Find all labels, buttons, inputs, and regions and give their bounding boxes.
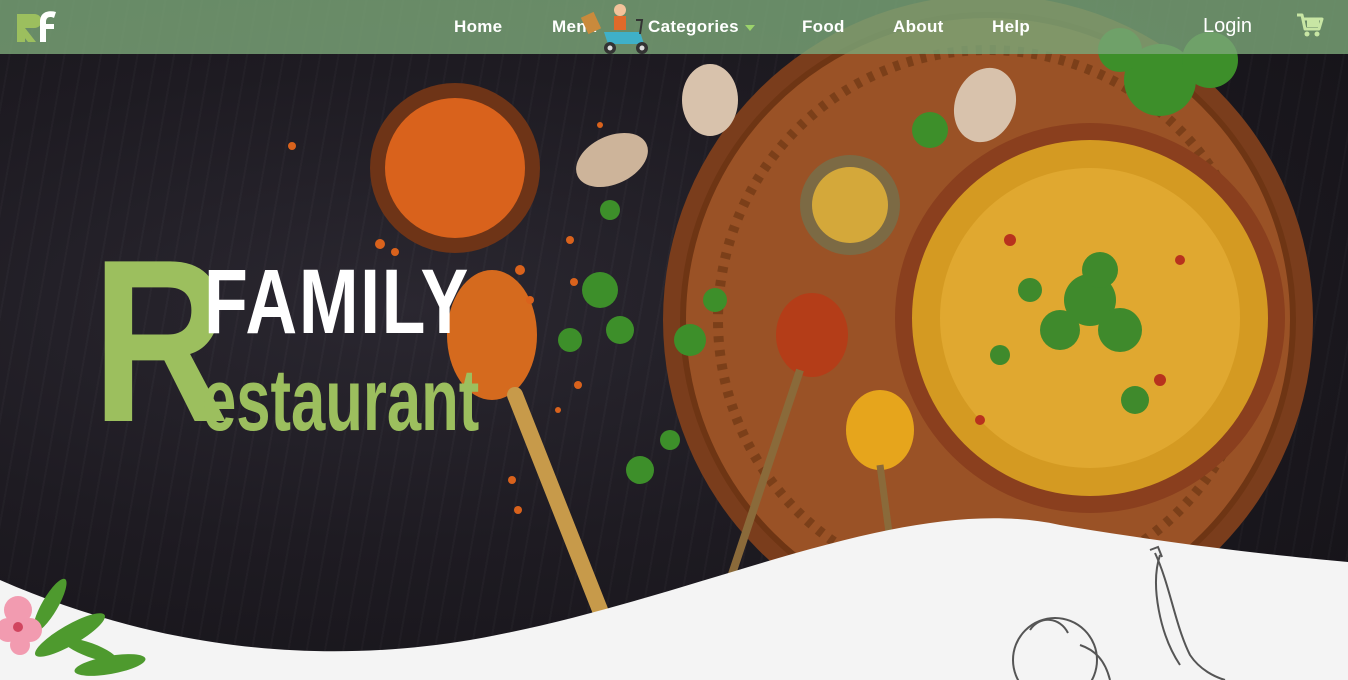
flower-decoration: [0, 578, 146, 676]
nav-about[interactable]: About: [893, 17, 944, 37]
vegetable-sketch-decoration: [1012, 545, 1226, 680]
login-link[interactable]: Login: [1203, 15, 1252, 38]
nav-help[interactable]: Help: [992, 17, 1030, 37]
delivery-scooter-icon: [580, 4, 648, 54]
hero-logo-title: R FAMILY estaurant: [92, 226, 512, 458]
top-navbar: Home Menu Categories Food About Help Log…: [0, 0, 1348, 54]
cart-icon[interactable]: [1296, 12, 1324, 38]
nav-categories[interactable]: Categories: [648, 17, 755, 37]
hero-title-family: FAMILY: [204, 251, 470, 353]
chevron-down-icon: [744, 24, 755, 31]
nav-categories-label: Categories: [648, 17, 739, 36]
nav-home[interactable]: Home: [454, 17, 502, 37]
hero-banner: R FAMILY estaurant: [0, 0, 1348, 680]
nav-food[interactable]: Food: [802, 17, 845, 37]
brand-logo-icon[interactable]: [14, 8, 62, 46]
hero-title-restaurant: estaurant: [202, 350, 480, 449]
